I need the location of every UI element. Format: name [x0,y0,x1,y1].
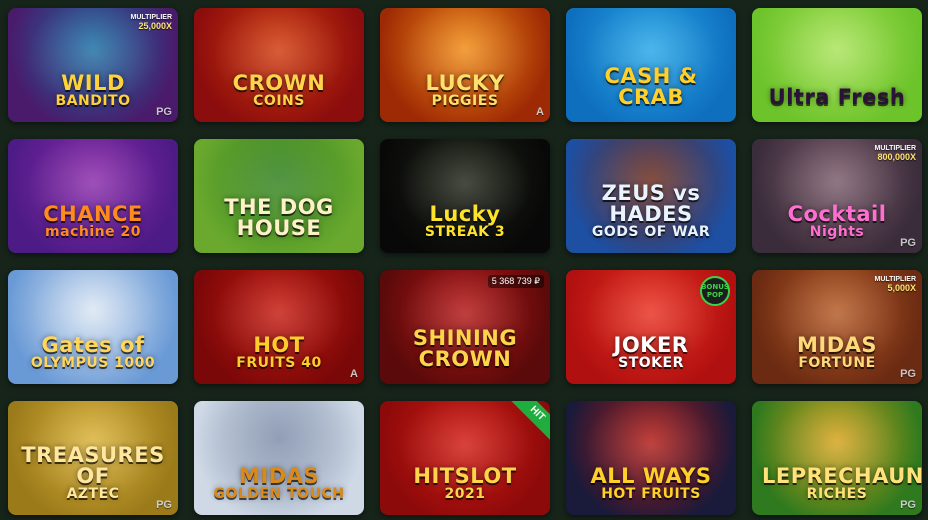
game-title: Cocktail Nights [752,202,922,240]
game-tile-cocktail-nights[interactable]: Cocktail Nights PG MULTIPLIER 800,000X [752,139,922,253]
game-tile-ultra-fresh[interactable]: Ultra Fresh [752,8,922,122]
multiplier-value: 5,000X [887,283,916,293]
game-tile-all-ways-hot-fruits[interactable]: ALL WAYS HOT FRUITS [566,401,736,515]
game-tile-lucky-piggies[interactable]: LUCKY PIGGIES A [380,8,550,122]
game-title-main: MIDAS [796,333,878,357]
game-title-main: Lucky [429,202,501,226]
game-tile-crown-coins[interactable]: CROWN COINS [194,8,364,122]
game-tile-chance-machine[interactable]: CHANCE machine 20 [8,139,178,253]
game-title: TREASURES OF AZTEC [8,443,178,502]
game-title-main: JOKER [613,333,689,357]
game-title: CROWN COINS [194,71,364,109]
game-tile-treasures-aztec[interactable]: TREASURES OF AZTEC PG [8,401,178,515]
game-title-sub: STOKER [618,355,684,371]
multiplier-badge: MULTIPLIER 25,000X [131,14,172,32]
game-title: MIDAS FORTUNE [752,333,922,371]
game-title-main: CASH & CRAB [604,64,698,109]
game-title: WILD BANDITO [8,71,178,109]
game-title-sub: 2021 [444,486,486,502]
provider-logo: PG [156,106,172,118]
game-tile-zeus-hades[interactable]: ZEUS vs HADES GODS OF WAR [566,139,736,253]
multiplier-value: 25,000X [138,21,172,31]
game-tile-hot-fruits-40[interactable]: HOT FRUITS 40 A [194,270,364,384]
game-title-main: LUCKY [425,71,505,95]
provider-logo: PG [900,237,916,249]
game-title: ALL WAYS HOT FRUITS [566,464,736,502]
game-title-main: MIDAS [238,464,320,488]
game-title-main: THE DOG HOUSE [224,195,334,240]
game-title: Ultra Fresh [752,87,922,108]
game-tile-leprechaun-riches[interactable]: LEPRECHAUN RICHES PG [752,401,922,515]
game-title-sub: FORTUNE [798,355,876,371]
game-tile-shining-crown[interactable]: SHINING CROWN 5 368 739 ₽ [380,270,550,384]
game-title-sub: STREAK 3 [424,224,506,240]
multiplier-value: 800,000X [877,152,916,162]
game-title-main: CHANCE [43,202,143,226]
game-title-main: HITSLOT [413,464,517,488]
game-tile-hitslot[interactable]: HITSLOT 2021 HIT [380,401,550,515]
game-title-sub: GOLDEN TOUCH [213,486,345,502]
game-tile-dog-house[interactable]: THE DOG HOUSE [194,139,364,253]
game-title-sub: HOT FRUITS [601,486,701,502]
game-title-main: ALL WAYS [590,464,712,488]
game-title: CHANCE machine 20 [8,202,178,240]
game-title-sub: COINS [253,93,305,109]
game-title: ZEUS vs HADES GODS OF WAR [566,181,736,240]
game-title-sub: OLYMPUS 1000 [30,355,156,371]
provider-logo: A [350,368,358,380]
game-tile-cash-crab[interactable]: CASH & CRAB [566,8,736,122]
game-title-main: SHINING CROWN [412,326,518,371]
game-title-sub: AZTEC [66,486,120,502]
game-title-sub: GODS OF WAR [591,224,711,240]
game-tile-lucky-streak[interactable]: Lucky STREAK 3 [380,139,550,253]
game-title: Gates of OLYMPUS 1000 [8,333,178,371]
game-title: Lucky STREAK 3 [380,202,550,240]
game-title-sub: machine 20 [45,224,141,240]
game-title-sub: PIGGIES [431,93,499,109]
game-title: MIDAS GOLDEN TOUCH [194,464,364,502]
game-title: HITSLOT 2021 [380,464,550,502]
game-title: LEPRECHAUN RICHES [752,464,922,502]
game-title-main: ZEUS vs HADES [601,181,701,226]
game-title: CASH & CRAB [566,66,736,108]
game-tile-joker-stoker[interactable]: JOKER STOKER BONUS POP [566,270,736,384]
game-title-main: CROWN [232,71,326,95]
multiplier-badge: MULTIPLIER 5,000X [875,276,916,294]
game-tile-wild-bandito[interactable]: WILD BANDITO PG MULTIPLIER 25,000X [8,8,178,122]
game-grid: WILD BANDITO PG MULTIPLIER 25,000X CROWN COINS… [0,0,928,520]
game-title-main: WILD [61,71,125,95]
provider-logo: PG [900,499,916,511]
game-title-main: TREASURES OF [21,443,165,488]
game-title-main: Ultra Fresh [768,85,906,109]
game-title-main: HOT [253,333,305,357]
game-title-sub: RICHES [806,486,868,502]
game-tile-midas-fortune[interactable]: MIDAS FORTUNE PG MULTIPLIER 5,000X [752,270,922,384]
game-title: HOT FRUITS 40 [194,333,364,371]
game-title-main: Cocktail [787,202,887,226]
bonus-pop-badge: BONUS POP [700,276,730,306]
game-title: JOKER STOKER [566,333,736,371]
game-title-sub: BANDITO [55,93,131,109]
game-tile-midas-golden-touch[interactable]: MIDAS GOLDEN TOUCH [194,401,364,515]
provider-logo: PG [156,499,172,511]
game-title: LUCKY PIGGIES [380,71,550,109]
provider-logo: PG [900,368,916,380]
game-title-main: LEPRECHAUN [762,464,922,488]
game-title-main: Gates of [41,333,145,357]
game-title: THE DOG HOUSE [194,197,364,239]
jackpot-counter: 5 368 739 ₽ [487,275,544,288]
game-tile-gates-olympus[interactable]: Gates of OLYMPUS 1000 [8,270,178,384]
game-title: SHINING CROWN [380,328,550,370]
multiplier-badge: MULTIPLIER 800,000X [875,145,916,163]
provider-logo: A [536,106,544,118]
game-title-sub: FRUITS 40 [236,355,322,371]
game-title-sub: Nights [809,224,865,240]
